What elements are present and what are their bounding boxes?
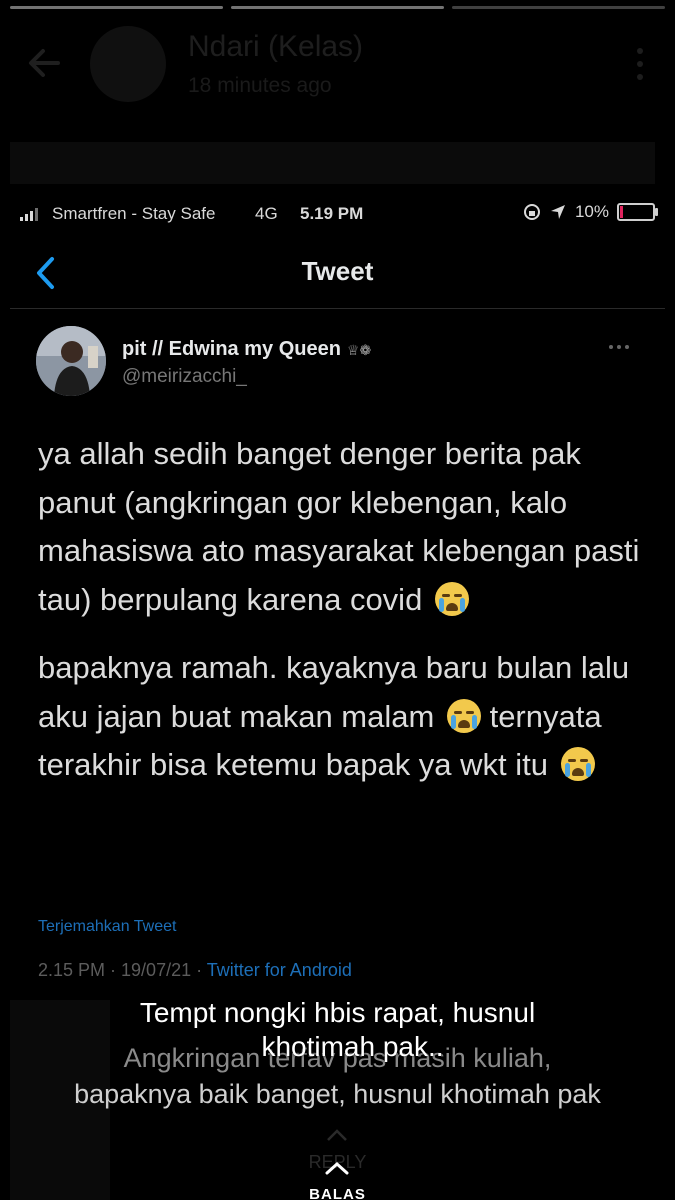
translate-tweet-link[interactable]: Terjemahkan Tweet [38,918,176,936]
chevron-up-icon[interactable] [324,1160,350,1176]
battery-fill [620,206,623,218]
caption-line: Tempt nongki hbis rapat, husnul [139,997,536,1028]
story-viewer: Ndari (Kelas) 18 minutes ago Smartfren -… [0,0,675,1200]
tweet-text: ya allah sedih banget denger berita pak … [38,430,648,810]
loudly-crying-face-icon [560,747,595,781]
tweet-paragraph: bapaknya ramah. kayaknya baru bulan lalu… [38,644,648,790]
tweet-paragraph-text: ya allah sedih banget denger berita pak … [38,436,640,617]
signal-strength-icon [20,207,38,221]
progress-segment [231,6,444,9]
status-bar: Smartfren - Stay Safe 4G 5.19 PM 10% [0,198,675,232]
progress-segment [10,6,223,9]
name-emoji-icon: ♕❁ [346,342,372,358]
network-type: 4G [255,204,278,223]
twitter-nav-bar: Tweet [10,240,665,309]
arrow-left-icon[interactable] [22,40,68,86]
loudly-crying-face-icon [434,581,469,616]
kebab-menu-icon[interactable] [635,48,645,84]
location-arrow-icon [550,205,565,219]
more-options-icon[interactable] [609,345,629,349]
rotation-lock-icon [523,204,540,220]
tweet-paragraph: ya allah sedih banget denger berita pak … [38,430,648,624]
sender-avatar[interactable] [90,26,166,102]
author-name[interactable]: pit // Edwina my Queen ♕❁ [122,338,371,361]
tweet-source-link[interactable]: Twitter for Android [207,960,352,980]
story-progress [10,6,665,9]
caption-line: khotimah pak.. [261,1031,444,1062]
tweet-timestamp: 2.15 PM · 19/07/21 · [38,960,203,980]
author-name-text: pit // Edwina my Queen [122,338,341,360]
story-caption: Tempt nongki hbis rapat, husnul khotimah… [0,996,675,1064]
status-time: 5.19 PM [300,204,364,223]
author-avatar[interactable] [36,326,106,396]
blurred-region [10,142,655,184]
page-title: Tweet [301,256,374,286]
tweet-metadata: 2.15 PM · 19/07/21 · Twitter for Android [38,960,352,981]
battery-percent: 10% [574,202,609,221]
loudly-crying-face-icon [446,698,481,733]
carrier-name: Smartfren - Stay Safe [52,204,216,223]
battery-icon [617,203,658,221]
balas-reply-button[interactable]: BALAS [0,1186,675,1200]
reply-line: bapaknya baik banget, husnul khotimah pa… [74,1079,601,1109]
progress-segment [452,6,665,9]
story-header: Ndari (Kelas) 18 minutes ago [0,26,675,116]
sender-name: Ndari (Kelas) [188,30,364,63]
chevron-up-icon [327,1129,347,1141]
story-timestamp: 18 minutes ago [188,74,332,97]
author-handle[interactable]: @meirizacchi_ [122,366,247,388]
